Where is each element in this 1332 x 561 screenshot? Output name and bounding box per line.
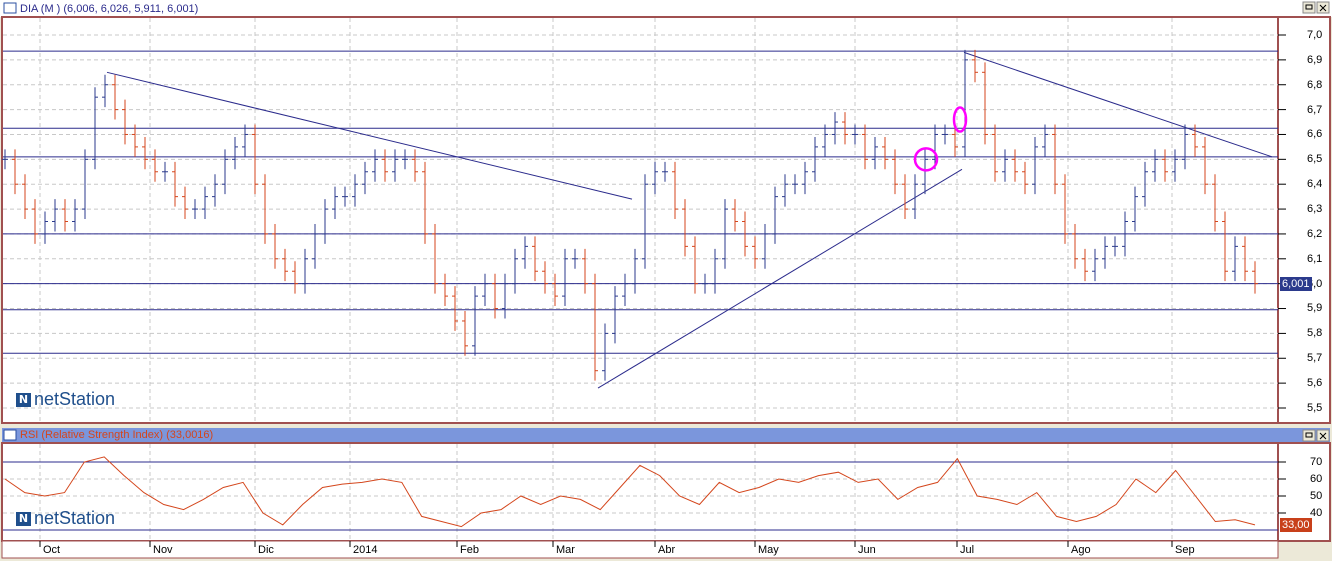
price-title-bar bbox=[0, 0, 1332, 17]
y-tick-label: 6,9 bbox=[1307, 54, 1323, 66]
y-tick-label: 6,4 bbox=[1307, 178, 1323, 190]
y-tick-label: 6,6 bbox=[1307, 128, 1323, 140]
y-tick-label: 6,1 bbox=[1307, 253, 1323, 265]
x-tick-label: Ago bbox=[1071, 544, 1091, 556]
x-tick-label: Jun bbox=[858, 544, 876, 556]
netstation-logo: N netStation bbox=[16, 389, 115, 410]
logo-text: netStation bbox=[34, 508, 116, 528]
y-tick-label: 5,5 bbox=[1307, 402, 1323, 414]
rsi-panel-title: RSI (Relative Strength Index) (33,0016) bbox=[20, 429, 214, 441]
y-tick-label: 6,2 bbox=[1307, 228, 1323, 240]
rsi-tick-label: 50 bbox=[1310, 490, 1323, 502]
logo-mark-icon: N bbox=[16, 392, 31, 407]
y-tick-label: 5,7 bbox=[1307, 352, 1323, 364]
y-tick-label: 5,9 bbox=[1307, 302, 1323, 314]
chart-window bbox=[0, 0, 1332, 561]
y-tick-label: 6,5 bbox=[1307, 153, 1323, 165]
rsi-tick-label: 70 bbox=[1310, 456, 1323, 468]
maximize-button[interactable] bbox=[1302, 1, 1316, 14]
panel-icon bbox=[3, 429, 17, 441]
x-tick-label: Sep bbox=[1175, 544, 1195, 556]
y-tick-label: 7,0 bbox=[1307, 29, 1323, 41]
x-tick-label: Abr bbox=[658, 544, 676, 556]
x-tick-label: 2014 bbox=[353, 544, 378, 556]
y-tick-label: 5,8 bbox=[1307, 327, 1323, 339]
y-tick-label: 6,8 bbox=[1307, 79, 1323, 91]
x-tick-label: Feb bbox=[460, 544, 479, 556]
last-rsi-badge: 33,00 bbox=[1280, 518, 1312, 532]
rsi-maximize-button[interactable] bbox=[1302, 429, 1316, 442]
y-tick-label: 5,6 bbox=[1307, 377, 1323, 389]
rsi-plot-frame bbox=[1, 442, 1331, 542]
y-tick-label: 6,7 bbox=[1307, 104, 1323, 116]
x-tick-label: Dic bbox=[258, 544, 274, 556]
x-tick-label: May bbox=[758, 544, 779, 556]
netstation-logo: N netStation bbox=[16, 508, 115, 529]
x-tick-label: Jul bbox=[960, 544, 975, 556]
logo-mark-icon: N bbox=[16, 511, 31, 526]
panel-icon bbox=[3, 2, 17, 14]
x-tick-label: Nov bbox=[153, 544, 173, 556]
x-tick-label: Mar bbox=[556, 544, 575, 556]
last-price-badge: 6,001 bbox=[1280, 277, 1312, 291]
price-plot-frame bbox=[1, 16, 1331, 424]
rsi-tick-label: 60 bbox=[1310, 473, 1323, 485]
price-panel-title: DIA (M ) (6,006, 6,026, 5,911, 6,001) bbox=[20, 3, 199, 15]
logo-text: netStation bbox=[34, 389, 116, 409]
y-tick-label: 6,3 bbox=[1307, 203, 1323, 215]
x-tick-label: Oct bbox=[43, 544, 61, 556]
